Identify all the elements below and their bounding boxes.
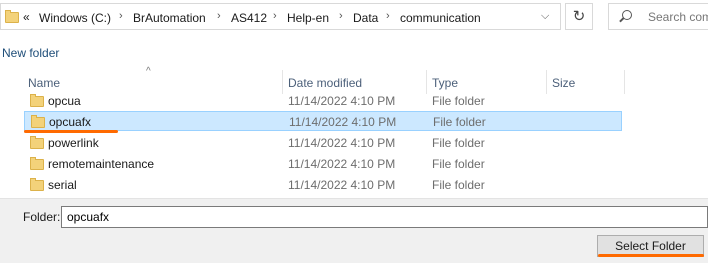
chevron-right-icon[interactable]: › (339, 10, 343, 22)
file-date: 11/14/2022 4:10 PM (288, 178, 396, 192)
folder-input[interactable] (61, 206, 708, 228)
file-date: 11/14/2022 4:10 PM (289, 115, 397, 129)
folder-icon (30, 157, 44, 170)
file-name: opcuafx (49, 115, 92, 129)
highlight-underline (24, 130, 118, 133)
column-header-date[interactable]: Date modified (288, 76, 362, 90)
chevron-right-icon[interactable]: › (119, 10, 123, 22)
highlight-underline (598, 254, 704, 257)
chevron-right-icon[interactable]: › (386, 10, 390, 22)
breadcrumb-overflow[interactable]: « (23, 10, 30, 24)
file-name: serial (48, 178, 77, 192)
file-date: 11/14/2022 4:10 PM (288, 157, 396, 171)
search-placeholder: Search com (648, 10, 708, 24)
column-header-name[interactable]: Name (28, 76, 60, 90)
file-type: File folder (432, 136, 485, 150)
file-name: powerlink (48, 136, 99, 150)
breadcrumb-as412[interactable]: AS412 (231, 11, 267, 25)
search-icon (622, 10, 632, 20)
search-box[interactable]: Search com (608, 3, 708, 30)
file-type: File folder (433, 115, 486, 129)
folder-icon (30, 136, 44, 149)
breadcrumb-help-en[interactable]: Help-en (287, 11, 329, 25)
address-bar[interactable]: « Windows (C:) › BrAutomation › AS412 › … (0, 3, 561, 30)
file-type: File folder (432, 157, 485, 171)
file-row-opcuafx[interactable]: opcuafx 11/14/2022 4:10 PM File folder (24, 111, 622, 131)
breadcrumb-communication[interactable]: communication (400, 11, 481, 25)
file-type: File folder (432, 178, 485, 192)
file-row-serial[interactable]: serial 11/14/2022 4:10 PM File folder (24, 175, 622, 195)
chevron-down-icon[interactable]: ⌵ (541, 10, 549, 23)
file-row-opcua[interactable]: opcua 11/14/2022 4:10 PM File folder (24, 91, 622, 111)
folder-label: Folder: (23, 210, 61, 224)
file-name: opcua (48, 94, 81, 108)
breadcrumb-drive[interactable]: Windows (C:) (39, 11, 111, 25)
folder-icon (5, 10, 19, 23)
chevron-right-icon[interactable]: › (217, 10, 221, 22)
sort-ascending-icon: ^ (146, 66, 151, 77)
column-header-type[interactable]: Type (432, 76, 458, 90)
refresh-button[interactable]: ↻ (565, 3, 593, 30)
folder-icon (30, 94, 44, 107)
refresh-icon: ↻ (572, 8, 586, 25)
toolbar (0, 36, 708, 70)
file-type: File folder (432, 94, 485, 108)
folder-icon (30, 178, 44, 191)
file-date: 11/14/2022 4:10 PM (288, 94, 396, 108)
file-row-remotemaintenance[interactable]: remotemaintenance 11/14/2022 4:10 PM Fil… (24, 154, 622, 174)
new-folder-button[interactable]: New folder (2, 46, 59, 60)
file-row-powerlink[interactable]: powerlink 11/14/2022 4:10 PM File folder (24, 133, 622, 153)
file-date: 11/14/2022 4:10 PM (288, 136, 396, 150)
file-name: remotemaintenance (48, 157, 155, 171)
chevron-right-icon[interactable]: › (273, 10, 277, 22)
column-divider[interactable] (624, 70, 625, 94)
breadcrumb-data[interactable]: Data (353, 11, 378, 25)
folder-icon (31, 115, 45, 128)
breadcrumb-brautomation[interactable]: BrAutomation (133, 11, 206, 25)
column-header-size[interactable]: Size (552, 76, 575, 90)
